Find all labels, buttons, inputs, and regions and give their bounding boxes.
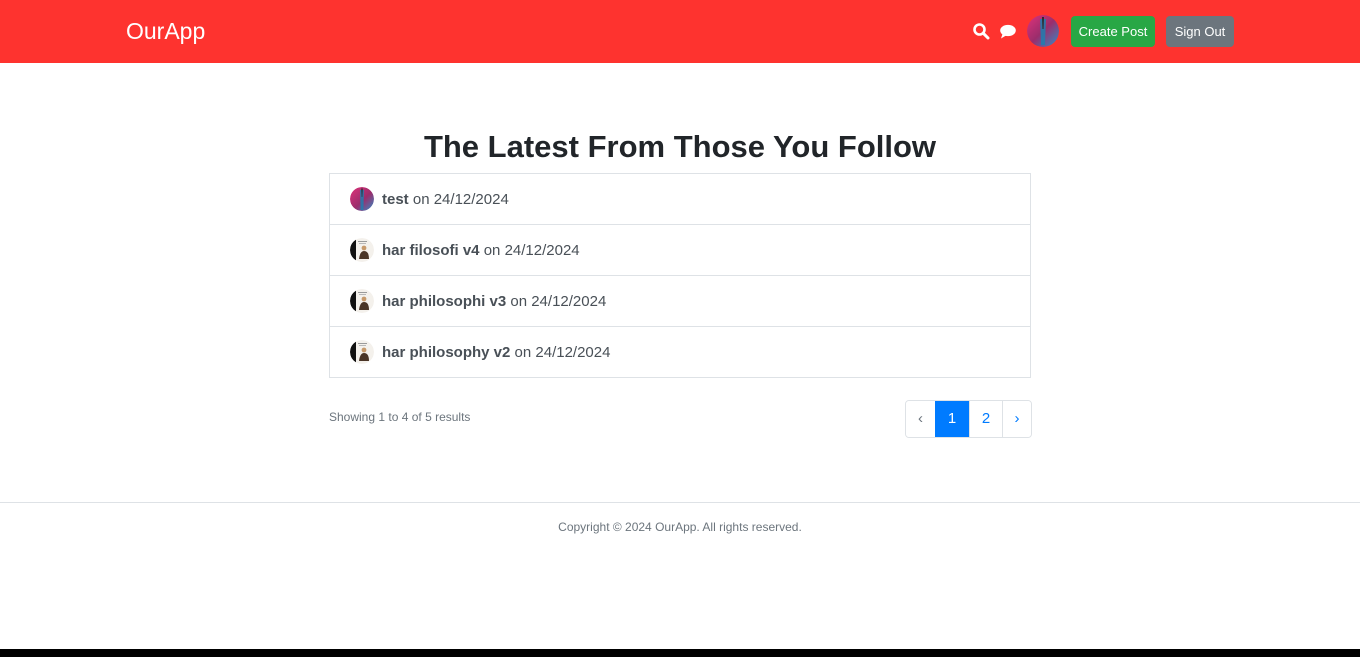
list-item[interactable]: har philosophi v3 on 24/12/2024 — [330, 275, 1030, 326]
pagination: ‹ 1 2 › — [905, 400, 1032, 438]
pagination-page-2[interactable]: 2 — [969, 401, 1002, 437]
post-date: 24/12/2024 — [535, 343, 611, 361]
post-meta: har philosophi v3 on 24/12/2024 — [382, 293, 606, 310]
list-item[interactable]: test on 24/12/2024 — [330, 174, 1030, 224]
list-item[interactable]: har philosophy v2 on 24/12/2024 — [330, 326, 1030, 377]
post-title: har philosophi v3 — [382, 292, 507, 310]
post-title: test — [382, 190, 409, 208]
search-icon[interactable] — [972, 22, 990, 40]
pagination-page-1[interactable]: 1 — [935, 401, 969, 437]
avatar — [350, 238, 374, 262]
footer-copyright: Copyright © 2024 OurApp. All rights rese… — [558, 520, 802, 534]
footer-divider — [0, 502, 1360, 503]
post-date: 24/12/2024 — [531, 292, 607, 310]
post-date-prefix: on — [479, 241, 505, 259]
post-date: 24/12/2024 — [504, 241, 580, 259]
brand-link[interactable]: OurApp — [126, 17, 205, 45]
pagination-prev: ‹ — [906, 401, 935, 437]
page: OurApp Create Post Sign Out The Latest F… — [0, 0, 1360, 657]
post-meta: har philosophy v2 on 24/12/2024 — [382, 344, 610, 361]
page-title: The Latest From Those You Follow — [423, 129, 937, 164]
sign-out-button[interactable]: Sign Out — [1166, 16, 1234, 47]
top-navbar: OurApp Create Post Sign Out — [0, 0, 1360, 63]
post-date-prefix: on — [510, 343, 536, 361]
post-title: har philosophy v2 — [382, 343, 511, 361]
post-date: 24/12/2024 — [433, 190, 509, 208]
chat-icon[interactable] — [999, 22, 1017, 40]
pagination-next[interactable]: › — [1002, 401, 1031, 437]
avatar — [350, 289, 374, 313]
post-list: test on 24/12/2024 har filosofi v4 on 24… — [329, 173, 1031, 378]
results-count: Showing 1 to 4 of 5 results — [329, 410, 471, 424]
create-post-button[interactable]: Create Post — [1071, 16, 1155, 47]
post-title: har filosofi v4 — [382, 241, 480, 259]
avatar — [350, 340, 374, 364]
list-item[interactable]: har filosofi v4 on 24/12/2024 — [330, 224, 1030, 275]
post-meta: test on 24/12/2024 — [382, 191, 509, 208]
post-meta: har filosofi v4 on 24/12/2024 — [382, 242, 580, 259]
post-date-prefix: on — [506, 292, 532, 310]
avatar — [350, 187, 374, 211]
user-avatar[interactable] — [1027, 15, 1059, 47]
post-date-prefix: on — [408, 190, 434, 208]
bottom-bar — [0, 649, 1360, 657]
